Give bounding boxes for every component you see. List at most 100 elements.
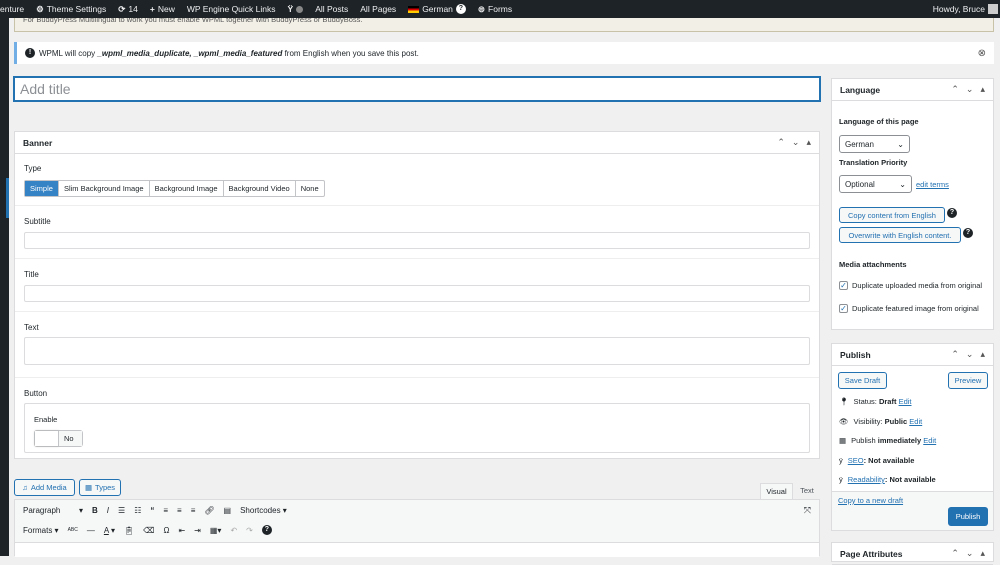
save-draft-button[interactable]: Save Draft: [838, 372, 887, 389]
blockquote-icon[interactable]: “: [150, 506, 154, 515]
help-icon[interactable]: ?: [261, 525, 272, 535]
type-simple[interactable]: Simple: [25, 181, 59, 196]
media-icon: ♫: [22, 483, 28, 492]
formats-dropdown[interactable]: Formats ▾: [23, 526, 59, 535]
adminbar-new[interactable]: + New: [150, 4, 175, 14]
readability-link[interactable]: Readability: [848, 475, 885, 484]
adminbar-all-pages[interactable]: All Pages: [360, 4, 396, 14]
help-icon[interactable]: ?: [947, 208, 957, 218]
copy-draft-link[interactable]: Copy to a new draft: [838, 496, 903, 505]
paste-text-icon[interactable]: 📋︎: [124, 526, 134, 535]
priority-label: Translation Priority: [839, 158, 908, 167]
avatar: [988, 4, 998, 14]
yoast-icon: ÿ: [839, 475, 843, 484]
outdent-icon[interactable]: ⇤: [178, 526, 185, 535]
copy-content-button[interactable]: Copy content from English: [839, 207, 945, 223]
format-select[interactable]: Paragraph ▾: [23, 506, 83, 515]
type-background-image[interactable]: Background Image: [150, 181, 224, 196]
overwrite-button[interactable]: Overwrite with English content.: [839, 227, 961, 243]
type-slim-background-image[interactable]: Slim Background Image: [59, 181, 150, 196]
text-color-icon[interactable]: A ▾: [104, 526, 115, 535]
preview-button[interactable]: Preview: [948, 372, 988, 389]
redo-icon[interactable]: ↷: [246, 526, 253, 535]
type-none[interactable]: None: [296, 181, 324, 196]
move-up-icon[interactable]: ⌃: [951, 84, 959, 95]
adminbar-all-posts[interactable]: All Posts: [315, 4, 348, 14]
fullscreen-icon[interactable]: ⤧: [804, 505, 811, 516]
types-button[interactable]: ▦ Types: [79, 479, 121, 496]
indent-icon[interactable]: ⇥: [194, 526, 201, 535]
publish-button[interactable]: Publish: [948, 507, 988, 526]
clear-format-icon[interactable]: ⌫: [143, 526, 154, 535]
toggle-value: No: [59, 431, 82, 446]
table-icon[interactable]: ▦▾: [210, 526, 222, 535]
move-up-icon[interactable]: ⌃: [777, 137, 785, 148]
checkbox-checked[interactable]: ✓: [839, 281, 848, 290]
add-media-button[interactable]: ♫ Add Media: [14, 479, 75, 496]
adminbar-yoast[interactable]: Ÿ: [288, 4, 304, 14]
edit-terms-link[interactable]: edit terms: [916, 180, 949, 189]
title-input[interactable]: Add title: [14, 77, 820, 101]
adminbar-language[interactable]: German?: [408, 4, 466, 14]
tab-visual[interactable]: Visual: [760, 483, 793, 499]
priority-select[interactable]: Optional ⌄: [839, 175, 912, 193]
help-icon[interactable]: ?: [963, 228, 973, 238]
adminbar-account[interactable]: Howdy, Bruce: [933, 4, 998, 14]
type-background-video[interactable]: Background Video: [224, 181, 296, 196]
edit-schedule-link[interactable]: Edit: [923, 436, 936, 445]
move-up-icon[interactable]: ⌃: [951, 349, 959, 360]
status-dot-icon: [296, 5, 304, 13]
move-up-icon[interactable]: ⌃: [951, 548, 959, 559]
numbered-list-icon[interactable]: ☷: [134, 506, 141, 515]
read-more-icon[interactable]: ▤: [224, 506, 232, 515]
link-icon[interactable]: 🔗︎: [204, 506, 214, 515]
move-down-icon[interactable]: ⌄: [966, 548, 974, 559]
adminbar-wpengine[interactable]: WP Engine Quick Links: [187, 4, 276, 14]
align-center-icon[interactable]: ≡: [177, 506, 182, 515]
text-textarea[interactable]: [24, 337, 810, 365]
type-label: Type: [24, 164, 42, 173]
adminbar-theme-settings[interactable]: ⚙ Theme Settings: [36, 4, 106, 15]
undo-icon[interactable]: ↶: [230, 526, 237, 535]
text-label: Text: [24, 323, 39, 332]
button-label: Button: [24, 389, 48, 398]
editor-toolbar: Paragraph ▾ BI ☰ ☷ “≡ ≡ ≡ 🔗︎ ▤ Shortcodes ▾ …: [14, 499, 820, 557]
enable-toggle[interactable]: No: [34, 430, 83, 447]
checkbox-checked[interactable]: ✓: [839, 304, 848, 313]
special-char-icon[interactable]: Ω: [163, 526, 169, 535]
dismiss-icon[interactable]: ⊗: [978, 48, 986, 59]
move-down-icon[interactable]: ⌄: [966, 349, 974, 360]
edit-visibility-link[interactable]: Edit: [909, 417, 922, 426]
move-down-icon[interactable]: ⌄: [792, 137, 800, 148]
language-select[interactable]: German ⌄: [839, 135, 910, 153]
buddypress-notice: For BuddyPress Multilingual to work you …: [14, 18, 994, 32]
collapse-icon[interactable]: ▴: [980, 349, 985, 360]
adminbar-site[interactable]: enture: [0, 4, 24, 14]
collapse-icon[interactable]: ▴: [806, 137, 811, 148]
info-icon: !: [25, 48, 35, 58]
refresh-icon: ⟳: [118, 3, 126, 14]
collapse-icon[interactable]: ▴: [980, 84, 985, 95]
edit-status-link[interactable]: Edit: [899, 397, 912, 406]
metabox-title: Banner: [23, 137, 53, 148]
horizontal-line-icon[interactable]: —: [87, 526, 95, 535]
adminbar-updates[interactable]: ⟳ 14: [118, 4, 138, 15]
banner-title-input[interactable]: [24, 285, 810, 302]
align-left-icon[interactable]: ≡: [163, 506, 168, 515]
subtitle-input[interactable]: [24, 232, 810, 249]
help-icon: ?: [455, 4, 466, 14]
seo-link[interactable]: SEO: [848, 456, 864, 465]
strikethrough-icon[interactable]: ABC: [68, 527, 78, 533]
shortcodes-dropdown[interactable]: Shortcodes ▾: [240, 506, 287, 515]
move-down-icon[interactable]: ⌄: [966, 84, 974, 95]
tab-text[interactable]: Text: [794, 483, 820, 499]
collapse-icon[interactable]: ▴: [980, 548, 985, 559]
duplicate-media-option[interactable]: ✓ Duplicate uploaded media from original: [839, 280, 989, 292]
align-right-icon[interactable]: ≡: [191, 506, 196, 515]
editor-content[interactable]: [15, 542, 819, 557]
italic-icon[interactable]: I: [107, 506, 109, 515]
adminbar-forms[interactable]: ⊜ Forms: [478, 4, 512, 15]
duplicate-featured-option[interactable]: ✓ Duplicate featured image from original: [839, 303, 989, 315]
bullet-list-icon[interactable]: ☰: [118, 506, 125, 515]
bold-icon[interactable]: B: [92, 506, 98, 515]
